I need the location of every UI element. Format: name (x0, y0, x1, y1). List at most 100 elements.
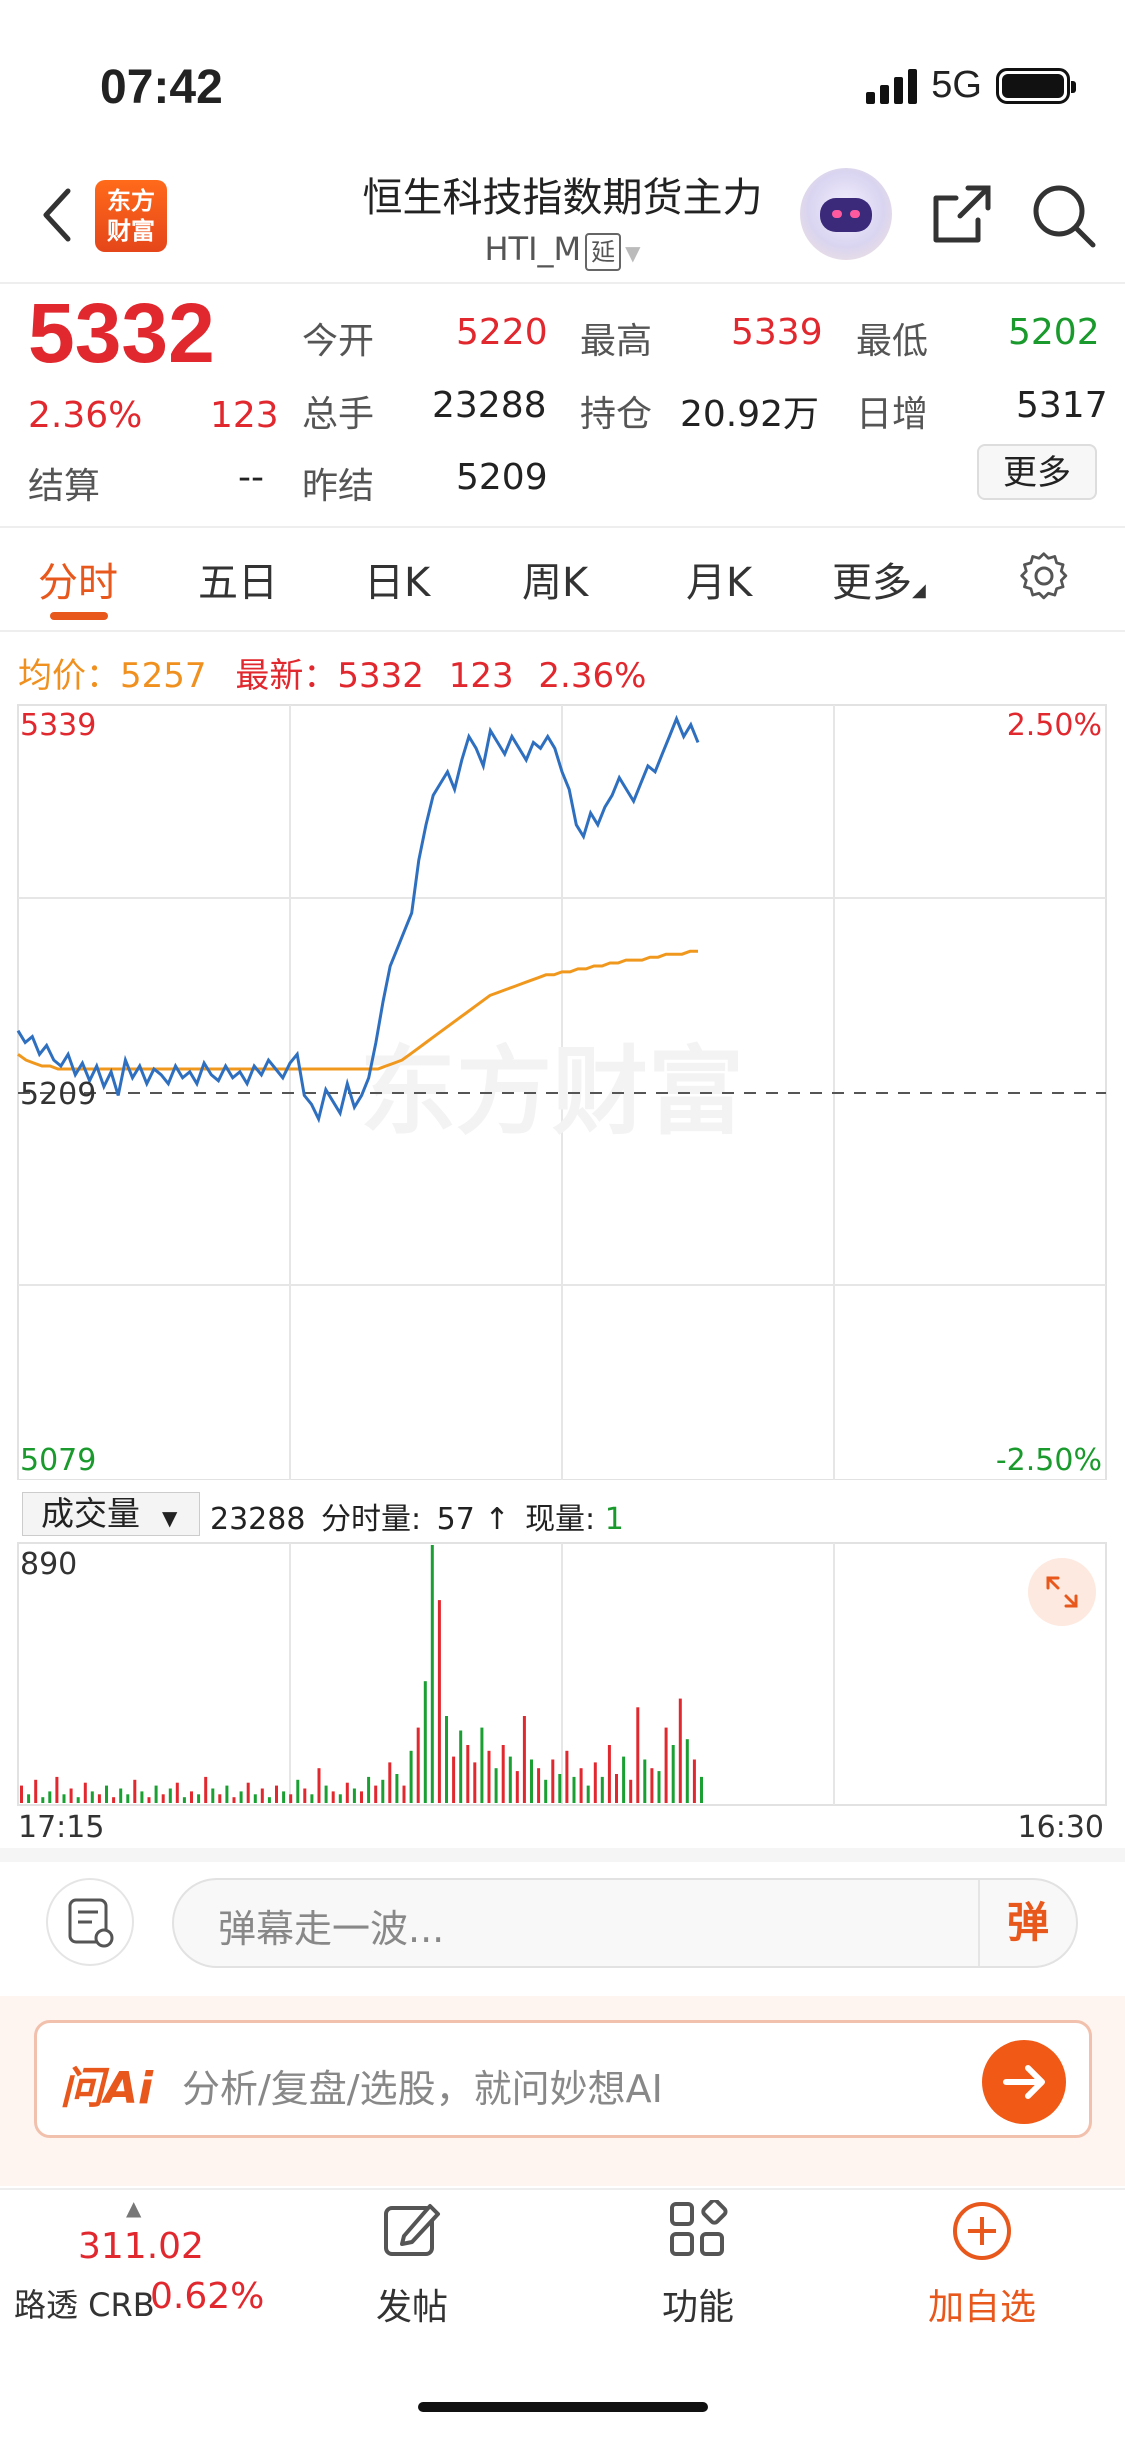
index-value[interactable]: 311.02 (78, 2226, 204, 2267)
axis-min-price: 5079 (20, 1443, 96, 1478)
index-pct[interactable]: 0.62% (150, 2276, 264, 2317)
volume-bar (600, 1776, 604, 1803)
functions-grid-icon[interactable] (668, 2200, 728, 2260)
volume-bar (197, 1794, 201, 1803)
latest-label: 最新： (235, 656, 338, 696)
tab-weekly-k[interactable]: 周K (522, 550, 588, 608)
volume-max-label: 890 (20, 1547, 77, 1582)
nav-add-watchlist[interactable]: 加自选 (912, 2278, 1052, 2330)
volume-bar (501, 1745, 505, 1803)
latest-change: 123 (448, 656, 514, 696)
ai-robot-avatar[interactable] (800, 168, 892, 260)
volume-bar (126, 1794, 130, 1803)
expand-icon (1046, 1576, 1078, 1608)
volume-bar (239, 1791, 243, 1803)
volume-bar (20, 1785, 23, 1803)
volume-bar (657, 1771, 661, 1803)
volume-bar (182, 1797, 186, 1803)
ai-placeholder: 分析/复盘/选股，就问妙想AI (182, 2067, 663, 2111)
volume-bar (97, 1794, 101, 1803)
axis-mid-price: 5209 (20, 1077, 96, 1112)
tab-daily-k[interactable]: 日K (364, 550, 430, 608)
volume-bar (530, 1759, 533, 1803)
volume-bar (700, 1776, 703, 1803)
intraday-price-chart[interactable]: 东方财富 5339 5209 5079 2.50% -2.50% (0, 700, 1125, 1480)
open-value: 5220 (456, 312, 548, 353)
volume-bar (260, 1788, 264, 1803)
tab-intraday[interactable]: 分时 (38, 550, 118, 608)
volume-bar (494, 1768, 498, 1803)
volume-bar (324, 1785, 328, 1803)
volume-bar (515, 1771, 519, 1803)
settings-gear-icon[interactable] (1018, 550, 1070, 602)
volume-bar (537, 1768, 541, 1803)
volume-bar (331, 1791, 335, 1803)
change-pct: 2.36% (28, 395, 143, 436)
volume-bar (650, 1768, 654, 1803)
axis-min-pct: -2.50% (996, 1443, 1102, 1478)
open-interest-label: 持仓 (580, 394, 653, 435)
arrow-right-icon (1003, 2065, 1045, 2099)
tab-more[interactable]: 更多◢ (832, 550, 926, 608)
volume-bar (267, 1797, 271, 1803)
volume-bar (572, 1776, 576, 1803)
volume-bar (423, 1681, 427, 1803)
quote-divider (0, 526, 1125, 528)
delay-tag: 延 (585, 233, 622, 271)
volume-bar (289, 1794, 293, 1803)
volume-bar (643, 1759, 647, 1803)
volume-bar (586, 1785, 590, 1803)
share-icon[interactable] (928, 182, 994, 248)
volume-bar (133, 1779, 137, 1803)
volume-bar (388, 1762, 392, 1803)
post-edit-icon[interactable] (382, 2200, 442, 2260)
search-icon[interactable] (1030, 182, 1098, 250)
tab-monthly-k[interactable]: 月K (686, 550, 752, 608)
nav-functions[interactable]: 功能 (638, 2278, 758, 2330)
volume-bar (480, 1727, 484, 1803)
volume-indicator-select[interactable]: 成交量 ▼ (22, 1492, 200, 1536)
volume-bar (558, 1774, 562, 1803)
tab-five-day[interactable]: 五日 (198, 550, 278, 608)
volume-bar (232, 1797, 236, 1803)
comment-list-button[interactable] (46, 1878, 134, 1966)
comment-list-icon (68, 1898, 114, 1948)
volume-bar (190, 1791, 193, 1803)
volume-bar (112, 1797, 116, 1803)
volume-bar (175, 1782, 179, 1803)
volume-bar (55, 1776, 59, 1803)
danmaku-placeholder: 弹幕走一波... (218, 1907, 445, 1951)
avg-price-value: 5257 (120, 656, 207, 696)
index-name[interactable]: 路透 CRB (14, 2280, 155, 2326)
dropdown-caret-icon: ▼ (625, 241, 641, 265)
volume-bar (579, 1768, 583, 1803)
last-price: 5332 (28, 286, 215, 380)
battery-icon (996, 67, 1076, 104)
settle-value: -- (238, 457, 264, 498)
volume-value: 23288 (432, 385, 547, 426)
nav-post[interactable]: 发帖 (352, 2278, 472, 2330)
volume-bar (69, 1788, 73, 1803)
volume-bar (48, 1791, 52, 1803)
volume-bar (296, 1779, 300, 1803)
open-interest-value: 20.92万 (680, 394, 820, 435)
volume-chart[interactable]: 890 17:15 16:30 (0, 1540, 1125, 1840)
volume-bar (360, 1791, 363, 1803)
danmaku-toggle-button[interactable]: 弹 (978, 1880, 1076, 1966)
expand-chart-button[interactable] (1028, 1558, 1096, 1626)
volume-bar (522, 1716, 526, 1803)
more-quote-button[interactable]: 更多 (977, 444, 1097, 500)
volume-bar (430, 1545, 434, 1803)
volume-bar (607, 1745, 611, 1803)
volume-bar (83, 1782, 87, 1803)
volume-bar (62, 1794, 66, 1803)
add-watchlist-icon[interactable] (951, 2200, 1013, 2262)
ai-submit-button[interactable] (982, 2040, 1066, 2124)
volume-bar (664, 1727, 668, 1803)
low-value: 5202 (1008, 312, 1100, 353)
axis-max-price: 5339 (20, 708, 96, 743)
volume-bar (466, 1745, 470, 1803)
volume-bar (246, 1782, 250, 1803)
volume-bar (282, 1791, 286, 1803)
avg-price-label: 均价： (18, 656, 120, 696)
